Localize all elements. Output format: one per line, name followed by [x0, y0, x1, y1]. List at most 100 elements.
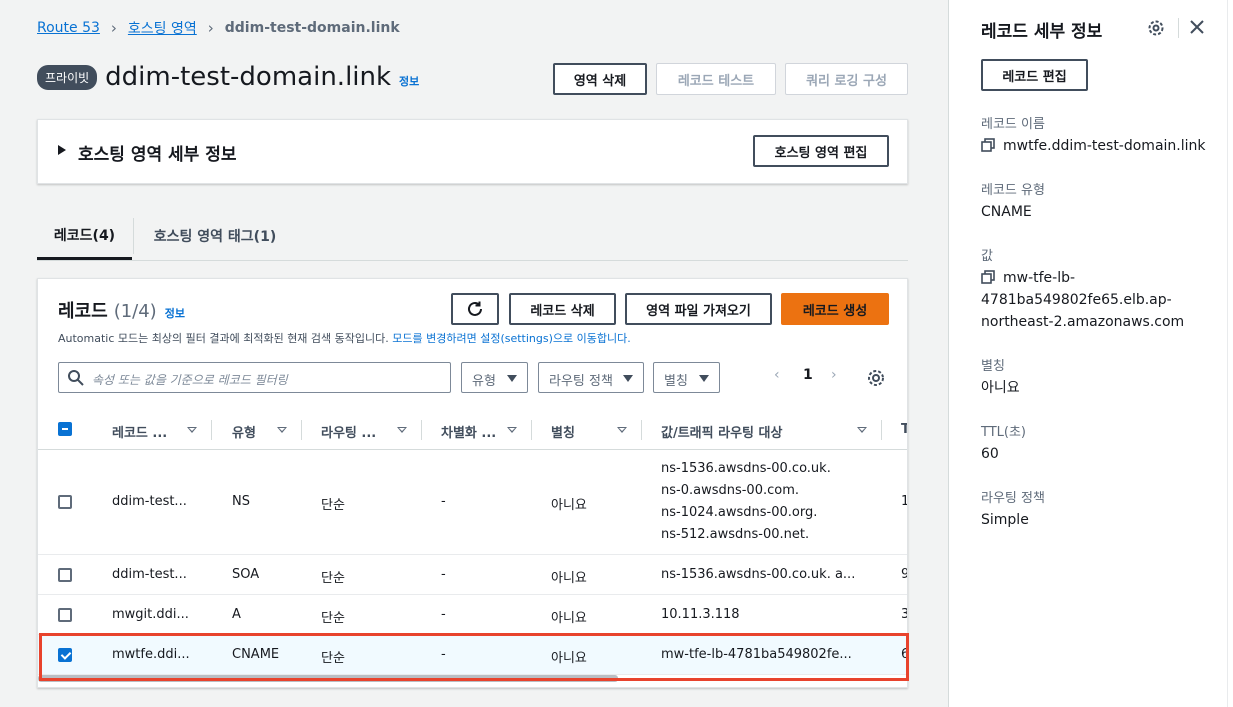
- tab-records[interactable]: 레코드(4): [37, 212, 132, 260]
- table-row[interactable]: ddim-test... SOA 단순 - 아니요 ns-1536.awsdns…: [38, 555, 907, 595]
- cell-value: ns-1536.awsdns-00.co.uk.: [661, 461, 831, 476]
- table-row[interactable]: mwgit.ddi... A 단순 - 아니요 10.11.3.118 3: [38, 595, 907, 635]
- horizontal-scrollbar[interactable]: [38, 675, 618, 682]
- query-logging-button[interactable]: 쿼리 로깅 구성: [785, 63, 908, 95]
- info-link[interactable]: 정보: [399, 73, 419, 89]
- delete-record-button[interactable]: 레코드 삭제: [509, 293, 616, 325]
- cell-value: 10.11.3.118: [661, 607, 740, 622]
- column-divider[interactable]: [211, 420, 212, 440]
- sort-icon[interactable]: [397, 427, 407, 433]
- cell-alias: 아니요: [551, 498, 587, 513]
- copy-icon[interactable]: [981, 270, 995, 284]
- value-text-2: 4781ba549802fe65.elb.ap-: [981, 292, 1172, 308]
- col-type[interactable]: 유형: [232, 422, 256, 441]
- cell-routing: 단순: [321, 498, 345, 513]
- records-count: (1/4): [113, 301, 157, 322]
- breadcrumb-current: ddim-test-domain.link: [224, 20, 400, 36]
- alias-select[interactable]: 별칭: [653, 362, 720, 393]
- zone-details-title[interactable]: 호스팅 영역 세부 정보: [78, 140, 237, 165]
- cell-routing: 단순: [321, 651, 345, 666]
- side-panel-title: 레코드 세부 정보: [981, 22, 1103, 42]
- column-divider[interactable]: [881, 420, 882, 440]
- cell-differentiator: -: [441, 567, 446, 582]
- select-all-checkbox[interactable]: [58, 422, 72, 436]
- col-value[interactable]: 값/트래픽 라우팅 대상: [661, 422, 782, 441]
- column-divider[interactable]: [641, 420, 642, 440]
- type-select-label: 유형: [472, 374, 496, 389]
- breadcrumb: Route 53 › 호스팅 영역 › ddim-test-domain.lin…: [37, 18, 400, 38]
- column-divider[interactable]: [421, 420, 422, 440]
- sort-icon[interactable]: [507, 427, 517, 433]
- cell-alias: 아니요: [551, 571, 587, 586]
- cell-record-name[interactable]: mwgit.ddi...: [112, 607, 189, 622]
- alias-label: 별칭: [981, 359, 1005, 374]
- cell-ttl: 1: [901, 494, 907, 509]
- row-checkbox[interactable]: [58, 495, 72, 509]
- breadcrumb-hosted-zones[interactable]: 호스팅 영역: [128, 18, 197, 38]
- routing-policy-value: Simple: [981, 512, 1029, 528]
- table-row[interactable]: ddim-test... NS 단순 - 아니요 ns-1536.awsdns-…: [38, 450, 907, 555]
- prev-page-icon[interactable]: ‹: [774, 367, 780, 383]
- record-filter-input[interactable]: 속성 또는 값을 기준으로 레코드 필터링: [58, 362, 451, 393]
- records-title: 레코드: [58, 301, 108, 322]
- routing-policy-select[interactable]: 라우팅 정책: [538, 362, 644, 393]
- cell-value: ns-1536.awsdns-00.co.uk. a...: [661, 567, 856, 582]
- cell-type: NS: [232, 494, 250, 509]
- vertical-scrollbar[interactable]: [1227, 0, 1233, 707]
- page-title: ddim-test-domain.link: [105, 62, 392, 92]
- type-select[interactable]: 유형: [461, 362, 528, 393]
- records-panel: 레코드 (1/4) 정보 레코드 삭제 영역 파일 가져오기 레코드 생성 Au…: [37, 278, 908, 688]
- value-text-1: mw-tfe-lb-: [1003, 270, 1076, 286]
- record-details-panel: 레코드 세부 정보 레코드 편집 레코드 이름 mwtfe.ddim-test-…: [948, 0, 1233, 707]
- tab-zone-tags[interactable]: 호스팅 영역 태그(1): [140, 212, 290, 260]
- import-zone-file-button[interactable]: 영역 파일 가져오기: [625, 293, 772, 325]
- edit-zone-button[interactable]: 호스팅 영역 편집: [753, 135, 889, 167]
- settings-link[interactable]: 모드를 변경하려면 설정(settings)으로 이동합니다.: [392, 332, 630, 345]
- records-header: 레코드 (1/4) 정보: [58, 297, 185, 323]
- refresh-icon: [468, 301, 482, 316]
- column-divider[interactable]: [531, 420, 532, 440]
- edit-record-button[interactable]: 레코드 편집: [981, 59, 1088, 91]
- row-checkbox[interactable]: [58, 568, 72, 582]
- cell-value: ns-0.awsdns-00.com.: [661, 483, 800, 498]
- tab-divider: [133, 218, 134, 254]
- breadcrumb-route53[interactable]: Route 53: [37, 20, 100, 36]
- copy-icon[interactable]: [981, 138, 995, 152]
- expand-caret-icon[interactable]: [58, 145, 66, 155]
- cell-value: ns-1024.awsdns-00.org.: [661, 505, 818, 520]
- column-divider[interactable]: [301, 420, 302, 440]
- col-routing[interactable]: 라우팅 ...: [321, 422, 376, 441]
- row-checkbox[interactable]: [58, 608, 72, 622]
- sort-icon[interactable]: [857, 427, 867, 433]
- refresh-button[interactable]: [451, 293, 499, 325]
- table-row-selected[interactable]: mwtfe.ddi... CNAME 단순 - 아니요 mw-tfe-lb-47…: [38, 635, 907, 675]
- value-label: 값: [981, 249, 993, 264]
- page-number[interactable]: 1: [803, 367, 813, 383]
- col-ttl[interactable]: T: [901, 422, 907, 437]
- alias-value: 아니요: [981, 380, 1020, 396]
- col-differentiator[interactable]: 차별화 ...: [441, 422, 496, 441]
- cell-record-name[interactable]: ddim-test...: [112, 567, 187, 582]
- cell-record-name[interactable]: mwtfe.ddi...: [112, 647, 190, 662]
- sort-icon[interactable]: [277, 427, 287, 433]
- gear-icon[interactable]: [866, 368, 886, 388]
- record-name-text: mwtfe.ddim-test-domain.link: [1003, 138, 1206, 154]
- col-record-name[interactable]: 레코드 ...: [112, 422, 167, 441]
- info-link[interactable]: 정보: [165, 305, 185, 321]
- cell-record-name[interactable]: ddim-test...: [112, 494, 187, 509]
- gear-icon[interactable]: [1147, 19, 1165, 37]
- test-record-button[interactable]: 레코드 테스트: [656, 63, 776, 95]
- next-page-icon[interactable]: ›: [831, 367, 837, 383]
- col-alias[interactable]: 별칭: [551, 422, 575, 441]
- search-icon: [68, 370, 84, 386]
- record-type-label: 레코드 유형: [981, 183, 1045, 198]
- cell-alias: 아니요: [551, 651, 587, 666]
- create-record-button[interactable]: 레코드 생성: [781, 293, 889, 325]
- chevron-right-icon: ›: [110, 19, 117, 37]
- sort-icon[interactable]: [617, 427, 627, 433]
- delete-zone-button[interactable]: 영역 삭제: [553, 63, 647, 95]
- ttl-label: TTL(초): [981, 425, 1026, 440]
- sort-icon[interactable]: [187, 427, 197, 433]
- close-icon[interactable]: [1189, 19, 1205, 35]
- row-checkbox[interactable]: [58, 648, 72, 662]
